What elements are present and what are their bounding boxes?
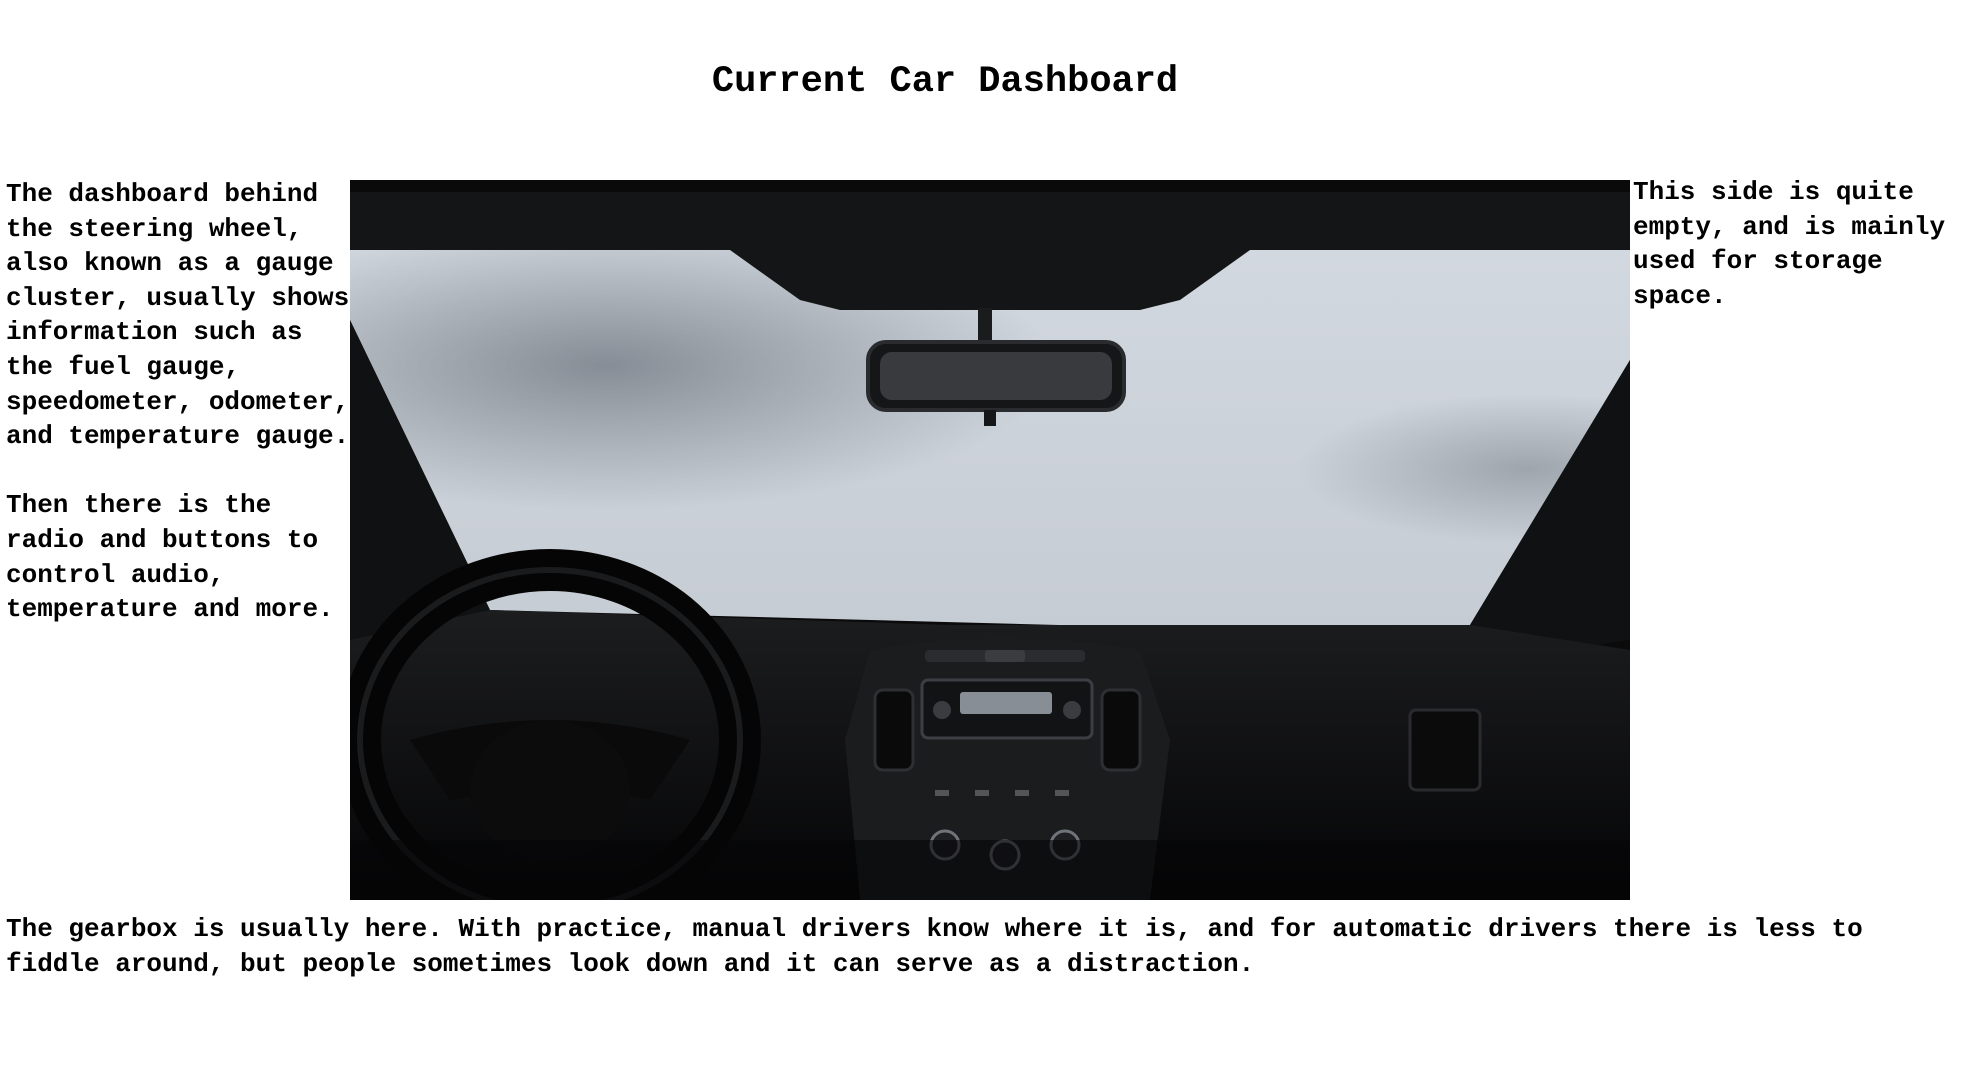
note-gauge-cluster-radio: The dashboard behind the steering wheel,…	[6, 179, 350, 625]
page-title: Current Car Dashboard	[711, 61, 1179, 103]
radio-knob-right	[1063, 701, 1081, 719]
note-gearbox: The gearbox is usually here. With practi…	[6, 914, 1879, 979]
radio-knob-left	[933, 701, 951, 719]
dashboard-illustration	[350, 180, 1630, 900]
vent-left	[873, 688, 915, 772]
vent-right	[1100, 688, 1142, 772]
mirror-mount	[978, 308, 992, 344]
dashboard-photo	[350, 180, 1630, 900]
radio-display	[960, 692, 1052, 714]
note-passenger-side: This side is quite empty, and is mainly …	[1633, 177, 1961, 311]
vent-passenger	[1408, 708, 1482, 792]
